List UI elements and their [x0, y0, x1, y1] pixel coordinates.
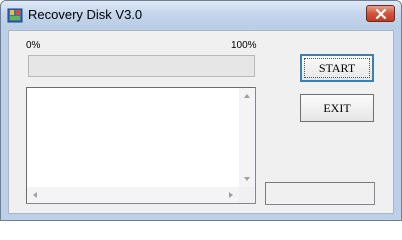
scroll-up-arrow-icon[interactable] [239, 88, 255, 104]
start-button-label: START [318, 61, 356, 75]
recovery-disk-icon [7, 7, 23, 23]
main-panel: 0% 100% START EXIT [8, 30, 394, 214]
exit-button[interactable]: EXIT [300, 94, 374, 122]
scroll-down-arrow-icon[interactable] [239, 171, 255, 187]
recovery-disk-window: Recovery Disk V3.0 0% 100% START EXIT [0, 0, 402, 221]
close-icon [375, 9, 387, 19]
progress-min-label: 0% [26, 40, 41, 51]
close-button[interactable] [366, 5, 395, 22]
scroll-right-arrow-icon[interactable] [223, 187, 239, 203]
log-listbox[interactable] [26, 87, 256, 204]
horizontal-scrollbar[interactable] [27, 187, 239, 203]
status-field [265, 182, 375, 205]
exit-button-label: EXIT [323, 101, 351, 115]
window-title: Recovery Disk V3.0 [28, 7, 143, 22]
progress-max-label: 100% [231, 40, 257, 51]
scroll-corner [239, 187, 255, 203]
title-bar[interactable]: Recovery Disk V3.0 [1, 1, 401, 29]
vertical-scrollbar[interactable] [239, 88, 255, 187]
start-button[interactable]: START [300, 54, 374, 82]
scroll-left-arrow-icon[interactable] [27, 187, 43, 203]
progress-bar [28, 55, 255, 77]
